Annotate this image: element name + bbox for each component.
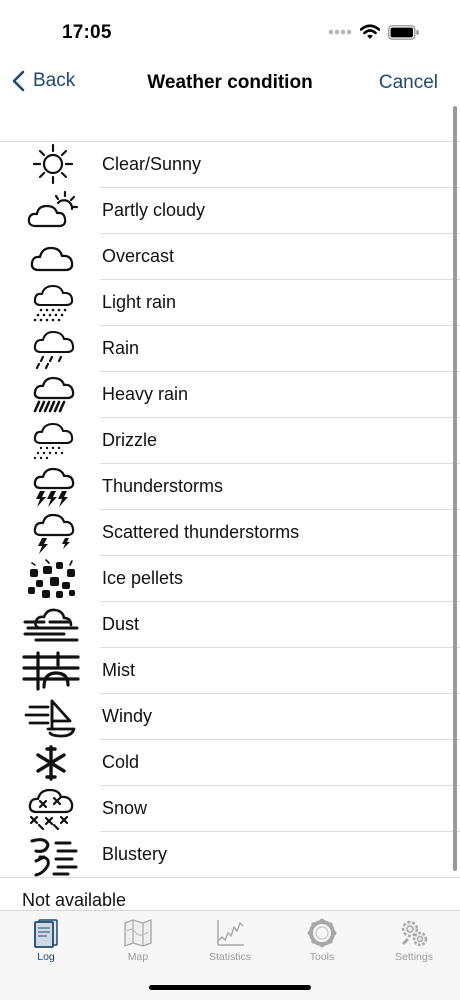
tab-log[interactable]: Log [0,917,92,963]
light-rain-icon [33,284,74,322]
condition-row-heavy-rain[interactable]: Heavy rain [0,372,460,418]
condition-row-dust[interactable]: Dust [0,602,460,648]
tab-label: Statistics [208,951,251,963]
condition-row-snow[interactable]: Snow [0,786,460,832]
condition-row-windy[interactable]: Windy [0,694,460,740]
condition-label: Partly cloudy [102,200,206,220]
thunderstorm-icon [33,467,75,507]
condition-row-blustery[interactable]: Blustery [0,832,460,878]
log-book-icon [34,919,58,948]
statistics-chart-icon [217,920,244,946]
sun-icon [32,143,74,185]
dust-icon [23,608,79,642]
condition-label: Mist [102,660,135,680]
cloud-icon [30,246,74,272]
condition-label: Dust [102,614,140,634]
wifi-icon [360,24,380,39]
condition-row-mist[interactable]: Mist [0,648,460,694]
condition-row-overcast[interactable]: Overcast [0,234,460,280]
condition-row-ice-pellets[interactable]: Ice pellets [0,556,460,602]
mist-icon [22,651,80,691]
condition-label: Light rain [102,292,177,312]
blustery-icon [30,838,78,877]
condition-list-area[interactable]: Clear/Sunny Partly cloudy Overcast Light… [0,106,460,910]
map-icon [124,919,152,947]
condition-row-partly-cloudy[interactable]: Partly cloudy [0,188,460,234]
cold-icon [36,745,66,781]
rain-icon [33,330,75,370]
windy-icon [24,699,76,738]
tab-label: Tools [309,951,335,963]
condition-row-light-rain[interactable]: Light rain [0,280,460,326]
drizzle-icon [33,422,74,460]
heavy-rain-icon [33,376,75,413]
settings-gears-icon [401,920,428,947]
tab-label: Map [127,951,149,963]
status-time: 17:05 [62,22,112,43]
tab-statistics[interactable]: Statistics [184,917,276,963]
ice-pellets-icon [28,559,75,598]
condition-label: Windy [102,706,153,726]
scattered-thunderstorm-icon [33,513,75,554]
scroll-indicator[interactable] [453,106,457,871]
cellular-signal-icon [328,29,352,35]
snow-icon [28,788,74,831]
condition-row-drizzle[interactable]: Drizzle [0,418,460,464]
tab-tools[interactable]: Tools [276,917,368,963]
partly-cloudy-icon [27,190,79,228]
condition-row-rain[interactable]: Rain [0,326,460,372]
condition-label: Drizzle [102,430,158,450]
condition-list: Clear/Sunny Partly cloudy Overcast Light… [0,142,460,878]
condition-label: Overcast [102,246,175,266]
condition-label: Snow [102,798,148,818]
condition-row-scattered-thunderstorms[interactable]: Scattered thunderstorms [0,510,460,556]
home-indicator[interactable] [149,985,311,990]
tab-label: Log [37,951,55,963]
condition-label: Blustery [102,844,168,864]
condition-row-cold[interactable]: Cold [0,740,460,786]
status-icons [328,24,420,40]
tab-settings[interactable]: Settings [368,917,460,963]
navigation-bar: Back Weather condition Cancel [0,62,460,106]
status-bar: 17:05 [0,0,460,62]
condition-label: Ice pellets [102,568,184,588]
condition-label: Cold [102,752,140,772]
not-available-label: Not available [22,890,127,910]
cancel-button[interactable]: Cancel [379,72,438,94]
tab-label: Settings [395,951,433,963]
condition-row-clear-sunny[interactable]: Clear/Sunny [0,142,460,188]
battery-icon [388,24,419,40]
tab-map[interactable]: Map [92,917,184,963]
condition-row-thunderstorms[interactable]: Thunderstorms [0,464,460,510]
condition-label: Scattered thunderstorms [102,522,300,542]
condition-label: Thunderstorms [102,476,224,496]
row-divider [0,877,460,878]
condition-label: Rain [102,338,140,358]
condition-label: Clear/Sunny [102,154,202,174]
condition-label: Heavy rain [102,384,189,404]
tools-ring-icon [307,918,337,948]
